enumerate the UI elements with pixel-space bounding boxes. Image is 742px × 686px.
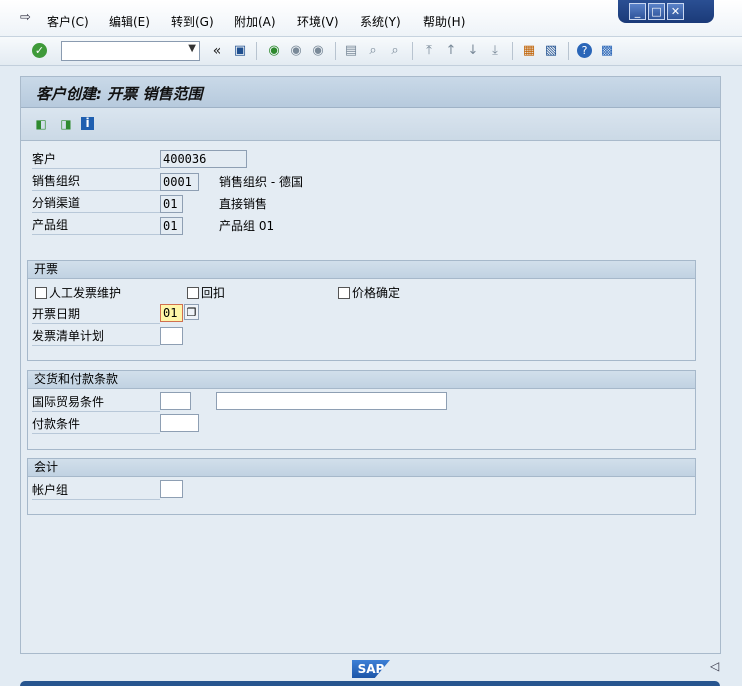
help-icon[interactable]: ?	[577, 43, 592, 58]
enter-checkmark-icon[interactable]: ✓	[32, 43, 47, 58]
shortcut-icon[interactable]: ▧	[543, 43, 559, 59]
last-page-icon[interactable]: ⤓	[487, 43, 503, 59]
close-icon[interactable]: ✕	[667, 3, 684, 20]
back-icon[interactable]: ◉	[266, 43, 282, 59]
previous-page-icon[interactable]: ↑	[443, 43, 459, 59]
billing-date-field[interactable]: 01	[160, 304, 183, 322]
minimize-icon[interactable]: _	[629, 3, 646, 20]
toolbar-separator	[335, 42, 336, 60]
payment-terms-field[interactable]	[160, 414, 199, 432]
layout-menu-icon[interactable]: ▩	[599, 43, 615, 59]
incoterms-field[interactable]	[160, 392, 191, 410]
delivery-payment-group-title: 交货和付款条款	[28, 371, 695, 389]
value-help-icon[interactable]: ❐	[184, 304, 199, 320]
account-group-label: 帐户组	[32, 480, 160, 500]
distribution-channel-label: 分销渠道	[32, 193, 160, 213]
payment-terms-label: 付款条件	[32, 414, 160, 434]
division-description: 产品组 01	[219, 219, 275, 233]
sales-org-description: 销售组织 - 德国	[219, 175, 303, 189]
menu-edit[interactable]: 编辑(E)	[109, 13, 150, 30]
menu-customer[interactable]: 客户(C)	[47, 13, 89, 30]
rebate-checkbox[interactable]	[187, 287, 199, 299]
print-icon[interactable]: ▤	[343, 43, 359, 59]
menu-extras[interactable]: 附加(A)	[234, 13, 276, 30]
customer-label: 客户	[32, 149, 160, 169]
billing-group-title: 开票	[28, 261, 695, 279]
find-icon[interactable]: ⌕	[365, 43, 381, 59]
rebate-label: 回扣	[201, 286, 226, 300]
cancel-icon[interactable]: ◉	[310, 43, 326, 59]
save-icon[interactable]: ▣	[232, 43, 248, 59]
manual-invoice-checkbox[interactable]	[35, 287, 47, 299]
distribution-channel-field[interactable]: 01	[160, 195, 183, 213]
accounting-group-title: 会计	[28, 459, 695, 477]
exit-icon[interactable]: ◉	[288, 43, 304, 59]
customer-field[interactable]: 400036	[160, 150, 247, 168]
find-next-icon[interactable]: ⌕	[387, 43, 403, 59]
main-content: 客户创建: 开票 销售范围 ◧ ◨ i 客户 400036 销售组织 0001 …	[20, 76, 721, 654]
toolbar-separator	[568, 42, 569, 60]
account-group-field[interactable]	[160, 480, 183, 498]
menu-help[interactable]: 帮助(H)	[423, 13, 465, 30]
toolbar-separator	[512, 42, 513, 60]
maximize-icon[interactable]: □	[648, 3, 665, 20]
sap-logo: SAP	[352, 660, 390, 678]
info-icon[interactable]: i	[81, 117, 94, 130]
menu-system[interactable]: 系统(Y)	[360, 13, 401, 30]
incoterms-label: 国际贸易条件	[32, 392, 160, 412]
status-scroll-arrow-icon[interactable]: ◁	[710, 659, 719, 673]
previous-screen-icon[interactable]: ◧	[33, 116, 49, 132]
toolbar-separator	[256, 42, 257, 60]
title-bar: 客户创建: 开票 销售范围	[21, 77, 720, 108]
distribution-channel-description: 直接销售	[219, 197, 268, 211]
sales-org-label: 销售组织	[32, 171, 160, 191]
sales-org-field[interactable]: 0001	[160, 173, 199, 191]
invoice-list-field[interactable]	[160, 327, 183, 345]
pricing-label: 价格确定	[352, 286, 401, 300]
sap-logo-text: SAP	[357, 662, 385, 676]
division-field[interactable]: 01	[160, 217, 183, 235]
incoterms-text-field[interactable]	[216, 392, 447, 410]
window-controls: _ □ ✕	[618, 0, 714, 23]
status-bar	[20, 681, 720, 686]
back-double-arrow-icon[interactable]: «	[209, 43, 225, 59]
pricing-checkbox[interactable]	[338, 287, 350, 299]
menu-exit-icon[interactable]: ⇨	[20, 11, 35, 24]
billing-date-label: 开票日期	[32, 304, 160, 324]
page-title: 客户创建: 开票 销售范围	[36, 85, 203, 103]
menu-goto[interactable]: 转到(G)	[171, 13, 214, 30]
invoice-list-label: 发票清单计划	[32, 326, 160, 346]
first-page-icon[interactable]: ⤒	[421, 43, 437, 59]
next-screen-icon[interactable]: ◨	[58, 116, 74, 132]
manual-invoice-label: 人工发票维护	[49, 286, 122, 300]
next-page-icon[interactable]: ↓	[465, 43, 481, 59]
menu-environment[interactable]: 环境(V)	[297, 13, 339, 30]
menu-bar: ⇨ 客户(C) 编辑(E) 转到(G) 附加(A) 环境(V) 系统(Y) 帮助…	[0, 0, 742, 37]
application-toolbar: ◧ ◨ i	[21, 108, 720, 141]
toolbar-separator	[412, 42, 413, 60]
chevron-down-icon[interactable]: ▼	[188, 43, 196, 54]
create-session-icon[interactable]: ▦	[521, 43, 537, 59]
command-field[interactable]: ▼	[61, 41, 200, 61]
division-label: 产品组	[32, 215, 160, 235]
